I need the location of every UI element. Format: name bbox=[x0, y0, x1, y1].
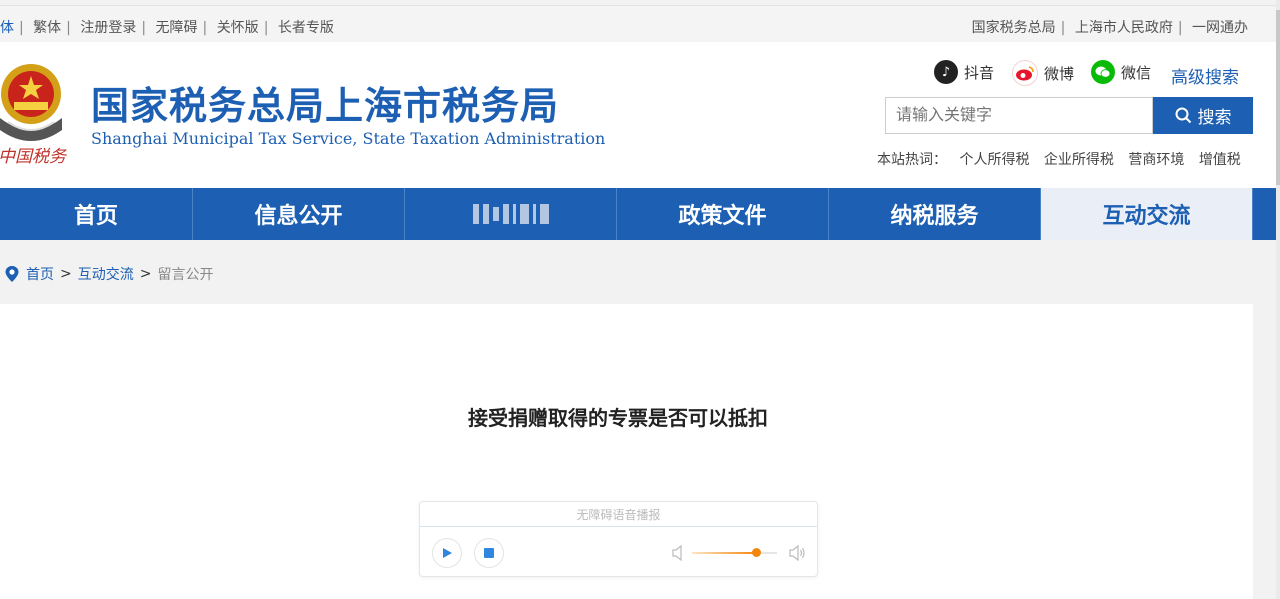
hot-word-item[interactable]: 增值税 bbox=[1199, 152, 1241, 168]
volume-high-icon[interactable] bbox=[788, 544, 806, 562]
top-utility-bar: 体 | 繁体 | 注册登录 | 无障碍 | 关怀版 | 长者专版 国家税务总局 | 上海市人… bbox=[0, 5, 1280, 43]
wechat-icon bbox=[1091, 60, 1115, 84]
douyin-label: 抖音 bbox=[964, 63, 995, 82]
player-label: 无障碍语音播报 bbox=[576, 508, 661, 522]
scrollbar-thumb[interactable] bbox=[1276, 10, 1280, 185]
register-login-link[interactable]: 注册登录 bbox=[80, 20, 136, 36]
location-pin-icon bbox=[5, 266, 19, 282]
traditional-link[interactable]: 繁体 bbox=[33, 20, 61, 36]
breadcrumb-sep: > bbox=[139, 266, 152, 282]
breadcrumb-sep: > bbox=[60, 266, 72, 282]
national-emblem-icon bbox=[0, 64, 62, 141]
care-version-link[interactable]: 关怀版 bbox=[217, 20, 259, 36]
hot-word-item[interactable]: 企业所得税 bbox=[1044, 152, 1114, 168]
nav-obscured-item[interactable] bbox=[405, 188, 617, 240]
search-button-label: 搜索 bbox=[1197, 108, 1232, 128]
play-button[interactable] bbox=[432, 538, 462, 568]
hot-word-item[interactable]: 营商环境 bbox=[1128, 152, 1184, 168]
one-net-link[interactable]: 一网通办 bbox=[1192, 20, 1248, 36]
article-title: 接受捐赠取得的专票是否可以抵扣 bbox=[468, 406, 768, 430]
accessibility-link[interactable]: 无障碍 bbox=[156, 20, 198, 36]
site-title[interactable]: 国家税务总局上海市税务局 bbox=[91, 75, 559, 130]
breadcrumb-current: 留言公开 bbox=[157, 267, 214, 283]
content-card: 接受捐赠取得的专票是否可以抵扣 无障碍语音播报 bbox=[0, 304, 1253, 599]
voice-player: 无障碍语音播报 bbox=[419, 501, 818, 577]
search-input[interactable] bbox=[886, 98, 1161, 131]
advanced-search-link[interactable]: 高级搜索 bbox=[1171, 63, 1239, 88]
hot-word-item[interactable]: 个人所得税 bbox=[959, 152, 1029, 168]
volume-fill bbox=[692, 552, 756, 554]
nav-interaction[interactable]: 互动交流 bbox=[1041, 188, 1253, 240]
volume-slider[interactable] bbox=[692, 548, 777, 557]
volume-knob[interactable] bbox=[751, 548, 761, 557]
stop-icon bbox=[484, 548, 494, 558]
hot-words: 本站热词： 个人所得税 企业所得税 营商环境 增值税 bbox=[877, 149, 1251, 169]
obscured-label bbox=[472, 204, 549, 224]
nav-taxpayer-service[interactable]: 纳税服务 bbox=[829, 188, 1041, 240]
douyin-icon: ♪ bbox=[934, 60, 958, 84]
search-button[interactable]: 搜索 bbox=[1153, 97, 1253, 134]
scrollbar[interactable] bbox=[1276, 0, 1280, 599]
stop-button[interactable] bbox=[474, 538, 504, 568]
wechat-link[interactable]: 微信 bbox=[1091, 60, 1151, 84]
weibo-icon bbox=[1012, 60, 1038, 86]
weibo-label: 微博 bbox=[1044, 64, 1075, 83]
elder-version-link[interactable]: 长者专版 bbox=[278, 20, 334, 36]
wechat-label: 微信 bbox=[1121, 63, 1152, 82]
simplified-link[interactable]: 体 bbox=[0, 20, 14, 36]
shanghai-gov-link[interactable]: 上海市人民政府 bbox=[1075, 20, 1173, 36]
breadcrumb: 首页 > 互动交流 > 留言公开 bbox=[4, 264, 213, 284]
site-subtitle: Shanghai Municipal Tax Service, State Ta… bbox=[91, 129, 606, 148]
top-right-links: 国家税务总局 | 上海市人民政府 | 一网通办 bbox=[971, 20, 1248, 36]
nav-info-disclosure[interactable]: 信息公开 bbox=[193, 188, 405, 240]
china-tax-signature: 中国税务 bbox=[0, 147, 66, 167]
sta-link[interactable]: 国家税务总局 bbox=[972, 20, 1056, 36]
weibo-link[interactable]: 微博 bbox=[1012, 60, 1074, 86]
hot-words-label: 本站热词： bbox=[877, 152, 947, 168]
search-icon bbox=[1175, 107, 1191, 124]
nav-home[interactable]: 首页 bbox=[0, 188, 193, 240]
player-progress-line[interactable] bbox=[420, 526, 817, 527]
play-icon bbox=[443, 548, 452, 558]
nav-policy-docs[interactable]: 政策文件 bbox=[617, 188, 829, 240]
top-left-links: 体 | 繁体 | 注册登录 | 无障碍 | 关怀版 | 长者专版 bbox=[0, 20, 334, 36]
main-nav: 首页 信息公开 政策文件 纳税服务 互动交流 bbox=[0, 188, 1276, 240]
site-header: 中国税务 国家税务总局上海市税务局 Shanghai Municipal Tax… bbox=[0, 42, 1280, 188]
breadcrumb-home[interactable]: 首页 bbox=[26, 264, 54, 284]
breadcrumb-section[interactable]: 互动交流 bbox=[78, 264, 134, 284]
douyin-link[interactable]: ♪ 抖音 bbox=[934, 60, 994, 84]
search-box bbox=[885, 97, 1161, 134]
volume-low-icon[interactable] bbox=[671, 544, 685, 562]
